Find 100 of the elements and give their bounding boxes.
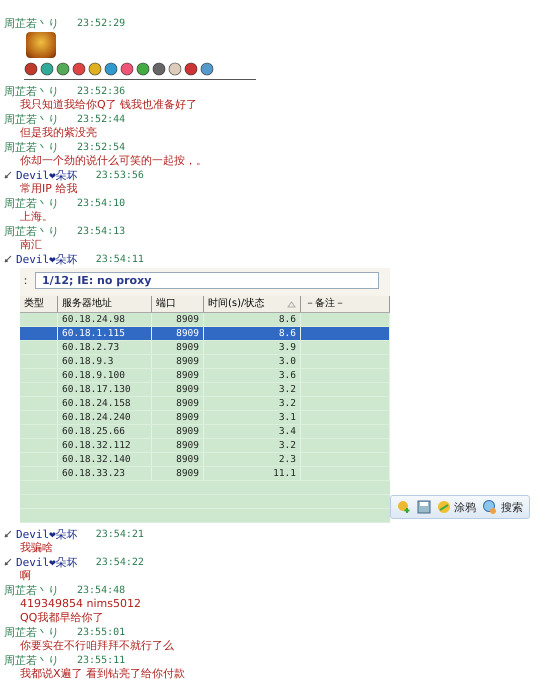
message-text: QQ我都早给你了 (19, 611, 104, 625)
address-cell: 60.18.1.115 (58, 327, 152, 340)
port-cell: 8909 (152, 383, 204, 396)
search-button[interactable]: 搜索 (482, 499, 523, 515)
message-text: 南汇 (19, 238, 43, 252)
time-cell: 3.6 (204, 369, 301, 382)
port-cell: 8909 (152, 327, 204, 340)
sender-name: Devil❤朵坏 (16, 252, 78, 266)
address-cell: 60.18.25.66 (58, 425, 152, 438)
message-text: 我只知道我给你Q了 钱我也准备好了 (19, 98, 198, 112)
port-cell: 8909 (152, 425, 204, 438)
proxy-status-field: 1/12; IE: no proxy (35, 272, 379, 288)
sender-name: 周芷若丶り (4, 16, 59, 30)
plus-smiley-icon (397, 500, 411, 514)
port-cell: 8909 (152, 453, 204, 466)
time-cell: 3.2 (204, 397, 301, 410)
time-cell: 3.1 (204, 411, 301, 424)
address-cell: 60.18.2.73 (58, 341, 152, 354)
port-cell: 8909 (152, 313, 204, 326)
sender-name: 周芷若丶り (4, 652, 59, 668)
save-button[interactable] (417, 500, 431, 514)
table-row[interactable]: 60.18.32.112 8909 3.2 (20, 439, 390, 453)
message-time: 23:54:22 (96, 556, 144, 568)
message-time: 23:52:44 (77, 114, 126, 124)
time-cell: 3.2 (204, 439, 301, 452)
table-row[interactable]: 60.18.32.140 8909 2.3 (20, 453, 390, 467)
time-cell: 3.4 (204, 425, 301, 438)
table-row[interactable]: 60.18.9.100 8909 3.6 (20, 369, 390, 383)
message-time: 23:55:11 (77, 654, 126, 666)
port-cell: 8909 (152, 341, 204, 354)
message-time: 23:54:13 (77, 226, 126, 236)
address-cell: 60.18.32.112 (58, 439, 152, 452)
port-cell: 8909 (152, 369, 204, 382)
sticker-image (26, 32, 56, 58)
address-cell: 60.18.32.140 (58, 453, 152, 466)
port-cell: 8909 (152, 355, 204, 368)
table-row[interactable]: 60.18.24.240 8909 3.1 (20, 411, 390, 425)
table-row[interactable]: 60.18.2.73 8909 3.9 (20, 341, 390, 355)
port-cell: 8909 (152, 397, 204, 410)
message-time: 23:54:10 (77, 198, 126, 208)
address-cell: 60.18.24.158 (58, 397, 152, 410)
sender-name: 周芷若丶り (4, 224, 59, 238)
message-text: 上海。 (19, 210, 54, 224)
message-time: 23:54:11 (96, 254, 144, 264)
message-time: 23:52:36 (77, 86, 126, 96)
time-cell: 11.1 (204, 467, 301, 480)
port-cell: 8909 (152, 467, 204, 480)
message-time: 23:54:21 (96, 528, 144, 540)
address-cell: 60.18.24.240 (58, 411, 152, 424)
table-row[interactable]: 60.18.1.115 8909 8.6 (20, 327, 390, 341)
column-header[interactable]: －备注－ (301, 296, 390, 312)
sort-triangle-icon (287, 300, 296, 308)
column-header[interactable]: 端口 (152, 296, 204, 312)
port-cell: 8909 (152, 411, 204, 424)
sender-name: Devil❤朵坏 (16, 168, 78, 182)
column-header[interactable]: 类型 (20, 296, 58, 312)
address-cell: 60.18.9.3 (58, 355, 152, 368)
time-cell: 3.0 (204, 355, 301, 368)
doodle-button[interactable]: 涂鸦 (437, 500, 476, 514)
search-icon (482, 499, 498, 515)
message-time: 23:52:54 (77, 142, 126, 152)
address-cell: 60.18.24.98 (58, 313, 152, 326)
message-text: 你要实在不行咱拜拜不就行了么 (19, 639, 175, 653)
table-row[interactable]: 60.18.17.130 8909 3.2 (20, 383, 390, 397)
table-row[interactable]: 60.18.25.66 8909 3.4 (20, 425, 390, 439)
table-row[interactable]: 60.18.9.3 8909 3.0 (20, 355, 390, 369)
message-time: 23:53:56 (96, 170, 144, 180)
column-header[interactable]: 时间(s)/状态 (204, 296, 301, 312)
sender-name: 周芷若丶り (4, 624, 59, 640)
message-text: 我骗啥 (19, 541, 54, 555)
message-text: 我都说X遍了 看到钻亮了给你付款 (19, 667, 186, 681)
time-cell: 3.9 (204, 341, 301, 354)
message-time: 23:55:01 (77, 626, 126, 638)
time-cell: 2.3 (204, 453, 301, 466)
sender-name: 周芷若丶り (4, 140, 59, 154)
time-cell: 8.6 (204, 313, 301, 326)
address-cell: 60.18.33.23 (58, 467, 152, 480)
floppy-icon (417, 500, 431, 514)
column-header[interactable]: 服务器地址 (58, 296, 152, 312)
address-cell: 60.18.9.100 (58, 369, 152, 382)
message-text: 你却一个劲的说什么可笑的一起按，。 (19, 154, 208, 168)
time-cell: 8.6 (204, 327, 301, 340)
table-row[interactable]: 60.18.24.158 8909 3.2 (20, 397, 390, 411)
message-text: 啊 (19, 569, 32, 583)
sender-name: Devil❤朵坏 (16, 554, 78, 570)
message-text: 常用IP 给我 (19, 182, 78, 196)
message-text: 419349854 nims5012 (19, 597, 142, 611)
sender-name: 周芷若丶り (4, 582, 59, 598)
message-time: 23:52:29 (77, 18, 126, 28)
status-prefix: ： (20, 272, 31, 288)
sender-name: 周芷若丶り (4, 112, 59, 126)
table-row[interactable]: 60.18.33.23 8909 11.1 (20, 467, 390, 481)
time-cell: 3.2 (204, 383, 301, 396)
port-cell: 8909 (152, 439, 204, 452)
message-time: 23:54:48 (77, 584, 126, 596)
address-cell: 60.18.17.130 (58, 383, 152, 396)
sender-name: 周芷若丶り (4, 84, 59, 98)
message-text: 但是我的紫没亮 (19, 126, 98, 140)
add-button[interactable] (397, 500, 411, 514)
sender-name: 周芷若丶り (4, 196, 59, 210)
